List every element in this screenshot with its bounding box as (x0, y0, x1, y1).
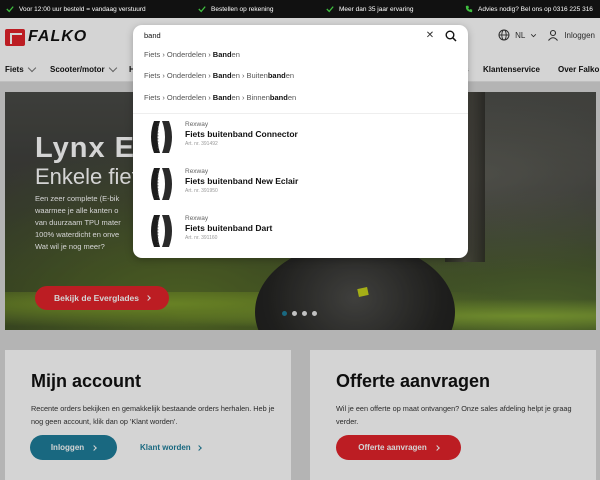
suggestion-match: Band (212, 93, 232, 102)
search-icon[interactable] (445, 30, 457, 42)
suggestion-rest: en › Binnen (231, 93, 270, 102)
search-suggestion[interactable]: Fiets › Onderdelen › Banden › Buitenband… (144, 71, 294, 80)
product-brand: Rexway (185, 121, 209, 128)
product-article-number: Art. nr. 391950 (185, 188, 218, 194)
suggestion-prefix: Fiets › Onderdelen › (144, 71, 213, 80)
promo-item: Meer dan 35 jaar ervaring (326, 5, 413, 13)
product-name: Fiets buitenband Connector (185, 129, 298, 139)
promo-bar: Voor 12:00 uur besteld = vandaag verstuu… (0, 0, 600, 18)
promo-text: Bestellen op rekening (211, 5, 274, 13)
suggestion-rest: en (285, 71, 295, 80)
promo-text: Voor 12:00 uur besteld = vandaag verstuu… (19, 5, 146, 13)
tire-thumbnail-icon (151, 215, 172, 247)
suggestion-match: Band (212, 71, 232, 80)
promo-item: Voor 12:00 uur besteld = vandaag verstuu… (6, 5, 146, 13)
product-name: Fiets buitenband New Eclair (185, 176, 299, 186)
promo-text: Meer dan 35 jaar ervaring (339, 5, 414, 13)
tire-thumbnail-icon (151, 168, 172, 200)
promo-phone-text: Advies nodig? Bel ons op 0316 225 316 (478, 5, 593, 13)
product-result[interactable]: Rexway Fiets buitenband New Eclair Art. … (144, 166, 454, 206)
suggestion-rest: en (231, 50, 240, 59)
check-icon (326, 6, 334, 13)
search-divider (133, 113, 468, 114)
promo-item: Bestellen op rekening (198, 5, 274, 13)
clear-icon[interactable]: ✕ (425, 31, 435, 41)
search-panel: ✕ Fiets › Onderdelen › Banden Fiets › On… (133, 25, 468, 258)
suggestion-match: Band (212, 50, 232, 59)
suggestion-match: band (267, 71, 286, 80)
check-icon (6, 6, 14, 13)
suggestion-prefix: Fiets › Onderdelen › (144, 93, 213, 102)
search-input[interactable] (144, 31, 404, 40)
search-bar: ✕ (133, 25, 468, 47)
check-icon (198, 6, 206, 13)
product-article-number: Art. nr. 391160 (185, 235, 218, 241)
search-suggestion[interactable]: Fiets › Onderdelen › Banden (144, 50, 240, 59)
suggestion-prefix: Fiets › Onderdelen › (144, 50, 213, 59)
product-name: Fiets buitenband Dart (185, 223, 273, 233)
product-brand: Rexway (185, 168, 209, 175)
product-article-number: Art. nr. 391492 (185, 141, 218, 147)
phone-icon (465, 5, 473, 13)
search-suggestion[interactable]: Fiets › Onderdelen › Banden › Binnenband… (144, 93, 296, 102)
product-result[interactable]: Rexway Fiets buitenband Dart Art. nr. 39… (144, 213, 454, 253)
promo-phone[interactable]: Advies nodig? Bel ons op 0316 225 316 (465, 5, 593, 13)
suggestion-rest: en (287, 93, 297, 102)
suggestion-rest: en › Buiten (231, 71, 268, 80)
tire-thumbnail-icon (151, 121, 172, 153)
product-brand: Rexway (185, 215, 209, 222)
suggestion-match: band (269, 93, 288, 102)
product-result[interactable]: Rexway Fiets buitenband Connector Art. n… (144, 119, 454, 159)
